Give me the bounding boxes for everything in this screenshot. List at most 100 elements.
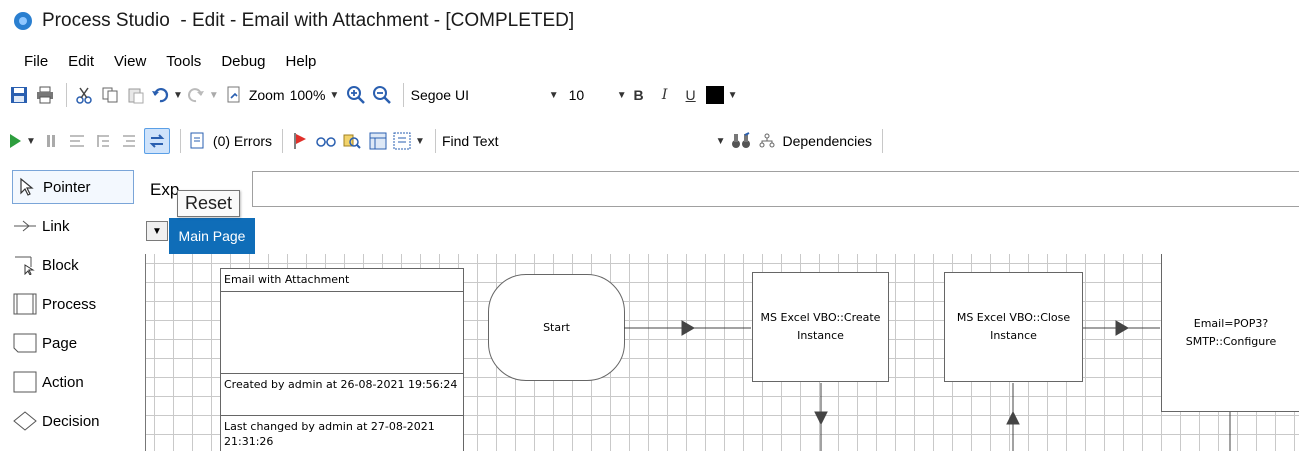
- breakpoint-flag-icon[interactable]: [289, 128, 311, 154]
- process-name: Email with Attachment: [221, 269, 463, 292]
- expression-input[interactable]: [252, 171, 1299, 207]
- watch-glasses-icon[interactable]: [315, 128, 337, 154]
- save-icon[interactable]: [8, 82, 30, 108]
- validate-icon[interactable]: [187, 128, 209, 154]
- palette-item-action[interactable]: Action: [12, 365, 134, 399]
- zoom-label: Zoom: [248, 87, 285, 103]
- dependencies-button[interactable]: Dependencies: [782, 133, 872, 149]
- pointer-icon: [13, 176, 39, 198]
- process-shape-icon: [12, 293, 38, 315]
- palette-item-block[interactable]: Block: [12, 248, 134, 282]
- find-text-label: Find Text: [441, 133, 499, 149]
- chevron-down-icon: ▼: [548, 89, 559, 101]
- chevron-down-icon: ▼: [616, 89, 627, 101]
- palette-item-label: Block: [42, 256, 79, 274]
- zoom-select[interactable]: 100% ▼: [289, 81, 345, 109]
- print-icon[interactable]: [34, 82, 56, 108]
- toolbar-separator: [282, 129, 284, 153]
- font-name-select[interactable]: Segoe UI ▼: [410, 81, 560, 109]
- start-stage-label: Start: [543, 321, 570, 334]
- paste-icon[interactable]: [125, 82, 147, 108]
- palette-item-label: Pointer: [43, 178, 91, 196]
- palette-item-page[interactable]: Page: [12, 326, 134, 360]
- menu-help[interactable]: Help: [286, 53, 317, 70]
- chevron-down-icon: ▼: [715, 135, 726, 147]
- palette-item-decision[interactable]: Decision: [12, 404, 134, 438]
- toolbar-separator: [402, 83, 404, 107]
- palette-item-label: Decision: [42, 412, 100, 430]
- zoom-out-icon[interactable]: [371, 82, 393, 108]
- step-icon[interactable]: [66, 128, 88, 154]
- process-studio-app-icon: [14, 12, 32, 30]
- action-close-instance[interactable]: MS Excel VBO::Close Instance: [944, 272, 1083, 382]
- step-out-icon[interactable]: [118, 128, 140, 154]
- underline-button[interactable]: U: [680, 82, 702, 108]
- palette-item-pointer[interactable]: Pointer: [12, 170, 134, 204]
- action-create-instance-label: MS Excel VBO::Create Instance: [760, 311, 881, 342]
- menu-debug[interactable]: Debug: [221, 53, 265, 70]
- process-last-changed: Last changed by admin at 27-08-2021 21:3…: [224, 420, 435, 448]
- find-object-icon[interactable]: [341, 128, 363, 154]
- palette-item-label: Action: [42, 373, 84, 391]
- start-stage[interactable]: Start: [488, 274, 625, 381]
- palette-item-label: Link: [42, 217, 70, 235]
- block-icon: [12, 254, 38, 276]
- menu-bar: File Edit View Tools Debug Help: [0, 48, 336, 74]
- toolbar-debug: ▼ (0) Errors ▼ Find Text ▼ Dependencies: [0, 124, 889, 158]
- palette-item-process[interactable]: Process: [12, 287, 134, 321]
- step-over-icon[interactable]: [92, 128, 114, 154]
- expression-label: Exp: [150, 180, 180, 199]
- reset-tooltip: Reset: [177, 190, 241, 217]
- process-info-box[interactable]: Email with Attachment Created by admin a…: [220, 268, 464, 451]
- object-palette: Pointer Link Block Process Page Action D…: [0, 168, 145, 451]
- process-diagram-canvas[interactable]: Email with Attachment Created by admin a…: [145, 254, 1299, 451]
- title-bar: Process Studio - Edit - Email with Attac…: [0, 0, 1299, 42]
- menu-edit[interactable]: Edit: [68, 53, 94, 70]
- menu-tools[interactable]: Tools: [166, 53, 201, 70]
- copy-icon[interactable]: [99, 82, 121, 108]
- palette-item-label: Page: [42, 334, 78, 352]
- action-close-instance-label: MS Excel VBO::Close Instance: [956, 311, 1071, 342]
- toolbar-separator: [179, 129, 181, 153]
- reset-toggle-icon[interactable]: [143, 128, 170, 154]
- run-icon[interactable]: ▼: [8, 128, 36, 154]
- page-shape-icon: [12, 332, 38, 354]
- binoculars-icon[interactable]: [730, 128, 752, 154]
- zoom-in-icon[interactable]: [345, 82, 367, 108]
- undo-icon[interactable]: ▼: [151, 82, 183, 108]
- toolbar-separator: [66, 83, 67, 107]
- palette-item-link[interactable]: Link: [12, 209, 134, 243]
- menu-file[interactable]: File: [24, 53, 48, 70]
- find-text-input[interactable]: ▼: [502, 127, 730, 155]
- menu-view[interactable]: View: [114, 53, 146, 70]
- page-setup-icon[interactable]: [223, 82, 245, 108]
- window-title: Process Studio - Edit - Email with Attac…: [42, 10, 575, 31]
- font-name-value: Segoe UI: [410, 87, 469, 103]
- layout-icon[interactable]: ▼: [393, 128, 425, 154]
- toolbar-separator: [882, 129, 883, 153]
- text-color-button[interactable]: ▼: [705, 82, 738, 108]
- action-create-instance[interactable]: MS Excel VBO::Create Instance: [752, 272, 889, 382]
- action-smtp-configure-label: Email=POP3? SMTP::Configure: [1185, 316, 1277, 348]
- data-items-icon[interactable]: [367, 128, 389, 154]
- link-icon: [12, 215, 38, 237]
- pause-icon[interactable]: [40, 128, 62, 154]
- text-color-swatch: [705, 86, 724, 104]
- bold-button[interactable]: B: [628, 82, 650, 108]
- action-shape-icon: [12, 371, 38, 393]
- cut-icon[interactable]: [73, 82, 95, 108]
- chevron-down-icon: ▼: [152, 225, 162, 237]
- process-created: Created by admin at 26-08-2021 19:56:24: [221, 374, 463, 416]
- dependencies-icon[interactable]: [756, 128, 778, 154]
- tab-main-page[interactable]: Main Page: [169, 218, 255, 254]
- palette-item-label: Process: [42, 295, 97, 313]
- redo-icon[interactable]: ▼: [187, 82, 219, 108]
- font-size-value: 10: [568, 87, 585, 103]
- chevron-down-icon: ▼: [329, 89, 340, 101]
- italic-button[interactable]: I: [654, 82, 676, 108]
- errors-label[interactable]: (0) Errors: [213, 133, 272, 149]
- font-size-select[interactable]: 10 ▼: [568, 81, 628, 109]
- action-smtp-configure[interactable]: Email=POP3? SMTP::Configure: [1161, 254, 1299, 412]
- toolbar-separator: [434, 129, 436, 153]
- page-list-dropdown[interactable]: ▼: [146, 221, 168, 241]
